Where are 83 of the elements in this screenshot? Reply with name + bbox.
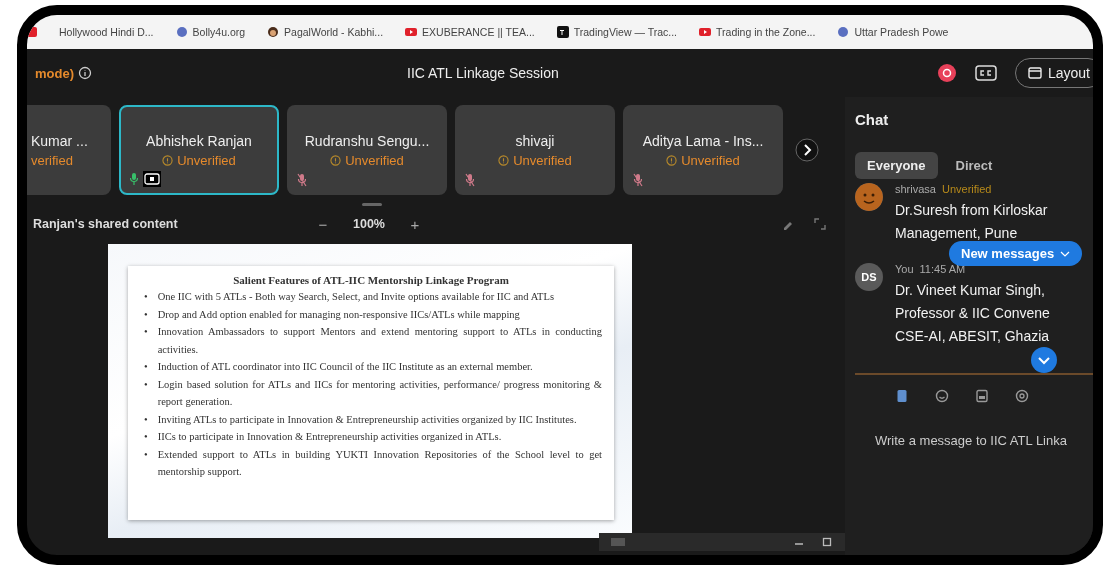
image-icon[interactable] [975, 389, 989, 403]
captions-icon[interactable] [974, 65, 997, 81]
slide-bullet: Induction of ATL coordinator into IIC Council of the IIC Institute as an external member. [157, 360, 533, 374]
bullet-marker: • [144, 325, 148, 339]
emoji-icon[interactable] [935, 389, 949, 403]
bullet-marker: • [144, 412, 148, 427]
participant-name: shivaji [515, 133, 555, 149]
warning-icon [498, 155, 510, 166]
warning-icon [162, 155, 174, 166]
resize-handle[interactable] [362, 203, 382, 206]
recording-icon[interactable] [936, 63, 957, 83]
avatar: DS [855, 263, 883, 292]
logo-icon [556, 26, 569, 38]
chat-tab[interactable]: Everyone [855, 152, 938, 179]
slide-bullet: Innovation Ambassadors to support Mentors and extend mentoring support to ATLs in conducting activities. [157, 325, 602, 357]
slide-bullet: Login based solution for ATLs and IICs for mentoring activities, performance/ progress monitoring & report generation. [157, 377, 602, 409]
chat-title: Chat [855, 111, 890, 128]
sender-name: shrivasa [895, 183, 936, 195]
mention-icon[interactable] [1015, 389, 1029, 403]
participant-name: Abhishek Ranjan [146, 133, 252, 149]
avatar-icon [855, 183, 883, 211]
message-text: Dr.Suresh from Kirloskar Management, Pune [895, 201, 1049, 244]
globe-icon [175, 26, 188, 38]
layout-icon [1027, 67, 1042, 79]
mode-label: mode) [35, 65, 74, 81]
file-icon[interactable] [895, 389, 909, 403]
slide-bullet: Drop and Add option enabled for managing non-responsive IICs/ATLs while mapping [157, 307, 520, 322]
verification-status: Unverified [941, 183, 992, 195]
bullet-marker: • [144, 430, 148, 444]
verification-status: Unverified [513, 153, 572, 168]
verification-status: Unverified [345, 153, 404, 168]
bullet-marker: • [144, 447, 148, 462]
shared-content-label: Ranjan's shared content [33, 217, 179, 231]
slide-bullet: IICs to participate in Innovation & Entrepreneurship activities organized in ATLs. [157, 430, 502, 444]
message-text: Dr. Vineet Kumar Singh, Professor & IIC Convene CSE-AI, ABESIT, Ghazia [895, 281, 1051, 347]
play-icon [699, 26, 712, 38]
bullet-marker: • [144, 377, 148, 392]
info-icon[interactable] [78, 66, 92, 80]
zoom-out-button[interactable]: − [313, 215, 333, 233]
play-icon [405, 26, 418, 38]
face-icon [267, 26, 280, 38]
tab-edge-icon [27, 27, 37, 37]
chat-tab[interactable]: Direct [943, 152, 1005, 179]
warning-icon [330, 155, 342, 166]
participant-tile[interactable]: Aditya Lama - Ins... Unverified [623, 105, 783, 195]
bullet-marker: • [144, 290, 148, 304]
globe-icon [837, 26, 850, 38]
participant-name: Rudranshu Sengu... [304, 133, 430, 149]
bullet-marker: • [144, 360, 148, 374]
window-thumbnail [611, 538, 625, 546]
message-time: 11:45 AM [919, 263, 966, 276]
bookmark-label: PagalWorld - Kabhi... [284, 26, 384, 38]
restore-icon[interactable] [821, 536, 833, 548]
participant-name: Kumar ... [31, 133, 88, 149]
expand-icon[interactable] [813, 217, 827, 231]
bookmark-label: TradingView — Trac... [573, 26, 678, 38]
verification-status: verified [31, 153, 73, 168]
zoom-in-button[interactable]: + [405, 215, 425, 233]
warning-icon [666, 155, 678, 166]
chevron-down-icon [1060, 250, 1071, 257]
meeting-title: IIC ATL Linkage Session [407, 65, 559, 81]
message-input[interactable]: Write a message to IIC ATL Linka [875, 429, 1093, 452]
bookmark-label: Uttar Pradesh Powe [854, 26, 949, 38]
bookmark-label: Bolly4u.org [192, 26, 246, 38]
verification-status: Unverified [177, 153, 236, 168]
slide-bullet: Extended support to ATLs in building YUKTI Innovation Repositories of the School level to get mentorship support. [157, 447, 602, 479]
participant-tile[interactable]: Rudranshu Sengu... Unverified [287, 105, 447, 195]
bookmark-label: EXUBERANCE || TEA... [422, 26, 535, 38]
new-messages-button[interactable]: New messages [949, 241, 1083, 266]
slide-title: Salient Features of ATL-IIC Mentorship Linkage Program [232, 274, 510, 286]
bookmark-label: Trading in the Zone... [716, 26, 816, 38]
slide-bullet: Inviting ATLs to participate in Innovation & Entrepreneurship activities organized by IIC Institutes. [157, 412, 577, 427]
sender-name: You [895, 263, 914, 276]
scroll-down-icon[interactable] [1031, 347, 1057, 373]
bookmark-label: Hollywood Hindi D... [59, 26, 154, 38]
participant-tile[interactable]: shivaji Unverified [455, 105, 615, 195]
participant-name: Aditya Lama - Ins... [642, 133, 764, 149]
bullet-marker: • [144, 307, 148, 322]
participant-tile[interactable]: Abhishek Ranjan Unverified [119, 105, 279, 195]
slide-bullet: One IIC with 5 ATLs - Both way Search, Select, and Invite options available for IIC and ATLs [157, 290, 554, 304]
zoom-level: 100% [353, 217, 385, 231]
participant-tile[interactable]: Kumar ... verified [27, 105, 111, 195]
verification-status: Unverified [681, 153, 740, 168]
